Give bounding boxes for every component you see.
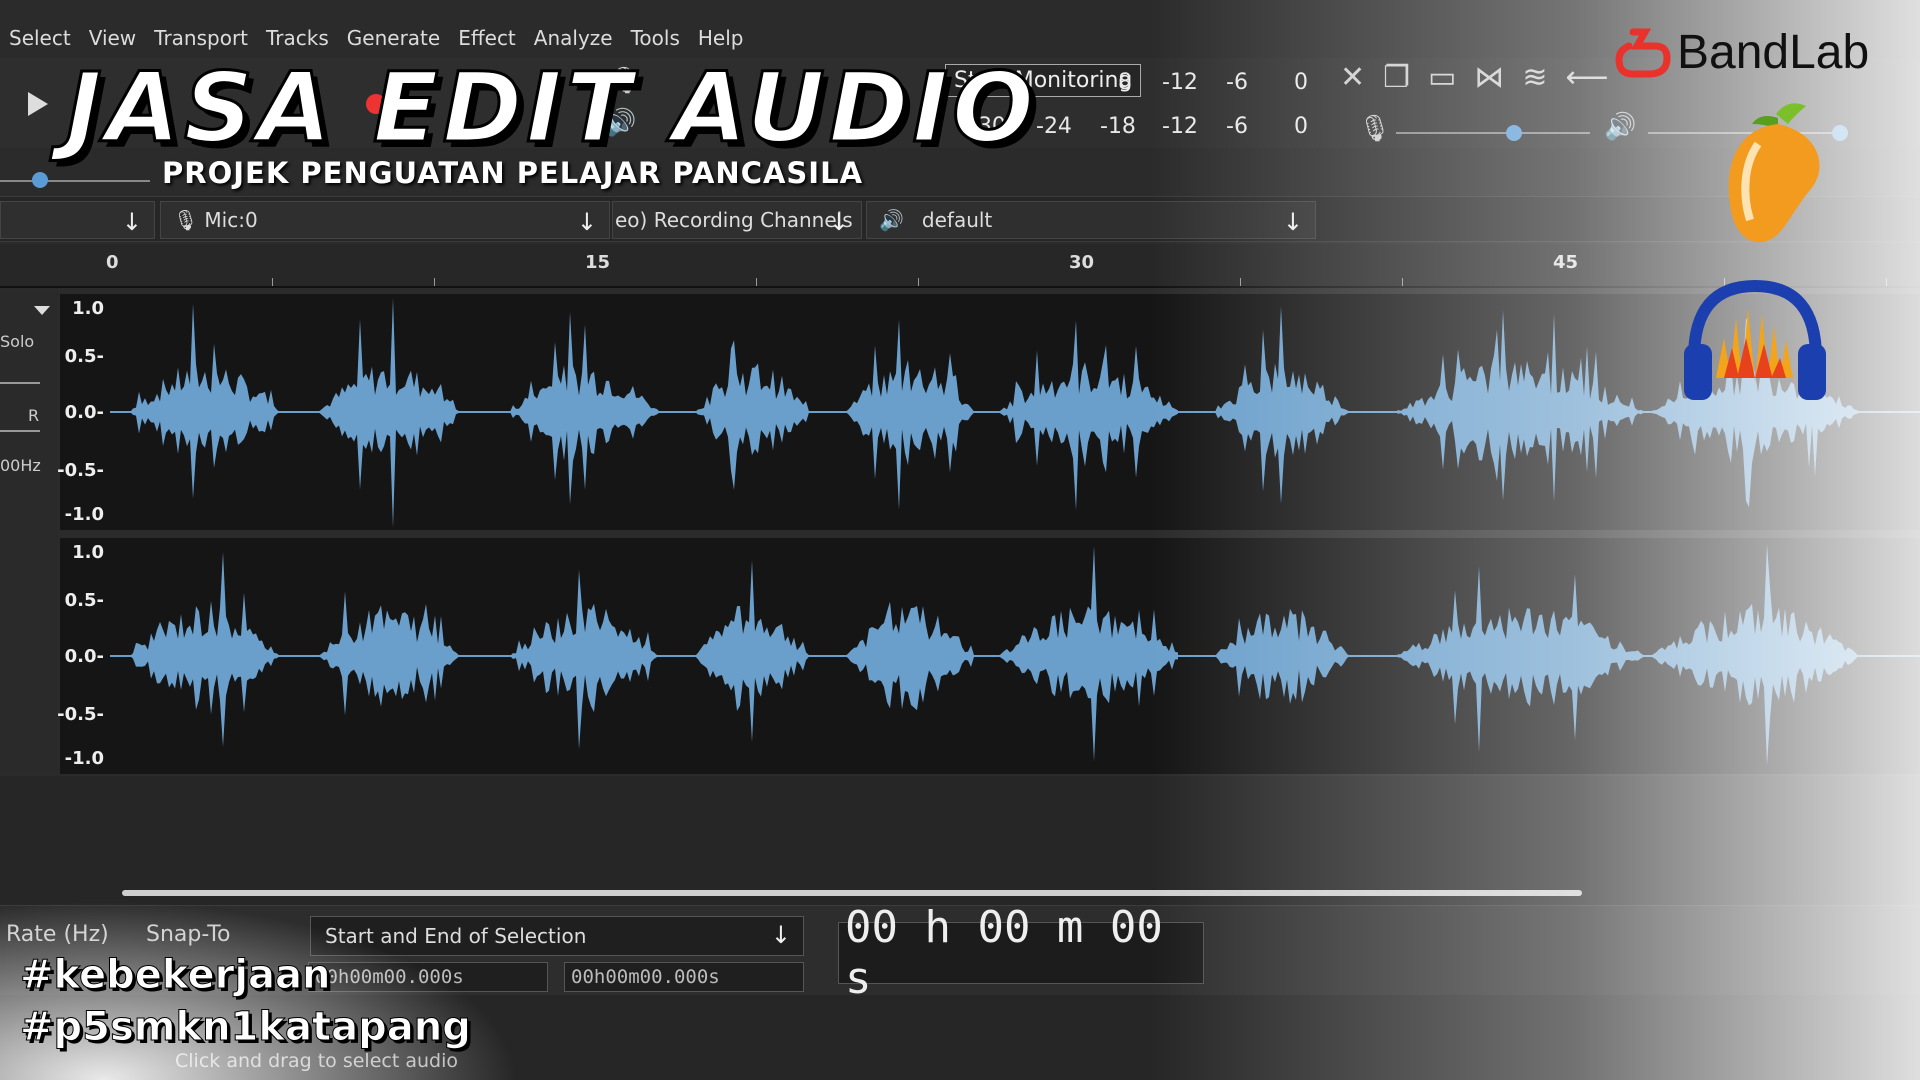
mic-volume-icon: 🎙: [1358, 114, 1392, 144]
waveform-burst: [318, 297, 459, 528]
audacity-logo-icon: [1684, 279, 1826, 400]
fl-studio-logo-icon: [1728, 103, 1820, 243]
record-volume-slider[interactable]: [1396, 132, 1590, 134]
status-bar-text: Click and drag to select audio: [175, 1050, 458, 1072]
meter-tick: 0: [1294, 113, 1308, 139]
chevron-down-icon: ↓: [1282, 208, 1303, 236]
waveform-burst: [1395, 310, 1644, 502]
menu-view[interactable]: View: [80, 26, 145, 50]
channels-select[interactable]: eo) Recording Channels ↓: [612, 201, 862, 239]
waveform-burst: [510, 569, 660, 750]
speaker-volume-icon: 🔊: [1604, 112, 1637, 142]
meter-tick: -24: [1036, 113, 1072, 139]
menu-generate[interactable]: Generate: [338, 26, 449, 50]
menu-tracks[interactable]: Tracks: [257, 26, 338, 50]
waveform-burst: [1215, 608, 1350, 704]
audio-position-display[interactable]: 00 h 00 m 00 s: [838, 902, 1204, 1004]
waveform-burst: [1215, 306, 1350, 504]
meter-tick: -18: [1100, 113, 1136, 139]
copy-icon[interactable]: ❐: [1383, 60, 1410, 95]
cut-icon[interactable]: ✕: [1340, 60, 1365, 95]
audacity-window: Select View Transport Tracks Generate Ef…: [0, 0, 1920, 1080]
menu-transport[interactable]: Transport: [145, 26, 257, 50]
mic-icon: 🎙: [173, 208, 199, 232]
chevron-down-icon: ↓: [828, 208, 849, 236]
waveform-burst: [695, 340, 809, 490]
waveform-burst: [845, 601, 974, 711]
mic-select[interactable]: 🎙 Mic:0 ↓: [160, 201, 610, 239]
undo-icon[interactable]: ⟵: [1566, 60, 1609, 95]
meter-tick: -12: [1162, 69, 1198, 95]
paste-icon[interactable]: ▭: [1428, 60, 1456, 95]
menu-select[interactable]: Select: [0, 26, 80, 50]
selection-mode-select[interactable]: Start and End of Selection ↓: [310, 916, 804, 956]
waveform-burst: [318, 591, 459, 716]
ruler-label: 15: [585, 252, 611, 273]
meter-tick: -6: [1226, 113, 1248, 139]
waveform-burst: [1395, 566, 1644, 752]
waveform-burst: [845, 319, 974, 510]
waveform-burst: [1650, 544, 1860, 766]
snap-to-label: Snap-To: [146, 922, 231, 947]
bandlab-logo-text: BandLab: [1677, 26, 1870, 79]
menu-effect[interactable]: Effect: [449, 26, 525, 50]
output-label: default: [921, 208, 993, 232]
record-volume-knob[interactable]: [1506, 125, 1522, 141]
selection-mode-label: Start and End of Selection: [325, 924, 587, 948]
mic-label: Mic:0: [204, 208, 258, 232]
chevron-down-icon: ↓: [576, 208, 597, 236]
edit-toolbar: ✕ ❐ ▭ ⋈ ≋ ⟵: [1340, 60, 1609, 95]
horizontal-scrollbar[interactable]: [122, 890, 1582, 896]
menu-analyze[interactable]: Analyze: [525, 26, 622, 50]
silence-icon[interactable]: ≋: [1522, 60, 1547, 95]
waveform-graph: [110, 297, 1920, 766]
menu-help[interactable]: Help: [689, 26, 753, 50]
waveform-burst: [130, 551, 280, 747]
meter-tick: -12: [1162, 113, 1198, 139]
waveform-burst: [998, 545, 1178, 762]
bandlab-logo-icon: [1615, 28, 1671, 77]
hashtag-p5smkn1katapang: #p5smkn1katapang: [20, 1004, 472, 1051]
ruler-label: 0: [106, 252, 119, 273]
ruler-label: 30: [1069, 252, 1095, 273]
bandlab-logo: BandLab: [1615, 25, 1869, 80]
play-speed-slider[interactable]: [0, 180, 150, 182]
waveform-burst: [695, 560, 809, 742]
waveform-burst: [510, 312, 660, 505]
play-icon[interactable]: [28, 92, 48, 116]
rate-label: Rate (Hz): [6, 922, 109, 947]
speaker-icon: 🔊: [879, 208, 904, 232]
meter-tick: 0: [1294, 69, 1308, 95]
chevron-down-icon: ↓: [121, 208, 142, 236]
waveform-burst: [998, 320, 1178, 511]
device-toolbar: ↓ 🎙 Mic:0 ↓ eo) Recording Channels ↓ 🔊 d…: [0, 196, 1920, 242]
channels-label: eo) Recording Channels: [615, 208, 853, 232]
ruler-label: 45: [1553, 252, 1579, 273]
meter-tick: -6: [1226, 69, 1248, 95]
host-select[interactable]: ↓: [0, 201, 155, 239]
waveform-burst: [130, 303, 280, 499]
promo-subtitle: PROJEK PENGUATAN PELAJAR PANCASILA: [162, 156, 864, 190]
output-select[interactable]: 🔊 default ↓: [866, 201, 1316, 239]
selection-end-field[interactable]: 00h00m00.000s: [564, 962, 804, 992]
timeline-ruler[interactable]: 0 15 30 45: [0, 244, 1920, 288]
menu-tools[interactable]: Tools: [622, 26, 689, 50]
chevron-down-icon: ↓: [770, 921, 791, 949]
trim-icon[interactable]: ⋈: [1474, 60, 1504, 95]
play-speed-knob[interactable]: [32, 172, 48, 188]
promo-title: JASA EDIT AUDIO: [65, 51, 1038, 166]
hashtag-kebekerjaan: #kebekerjaan: [20, 952, 331, 999]
selection-start-field[interactable]: 00h00m00.000s: [308, 962, 548, 992]
meter-tick: 8: [1118, 69, 1132, 95]
